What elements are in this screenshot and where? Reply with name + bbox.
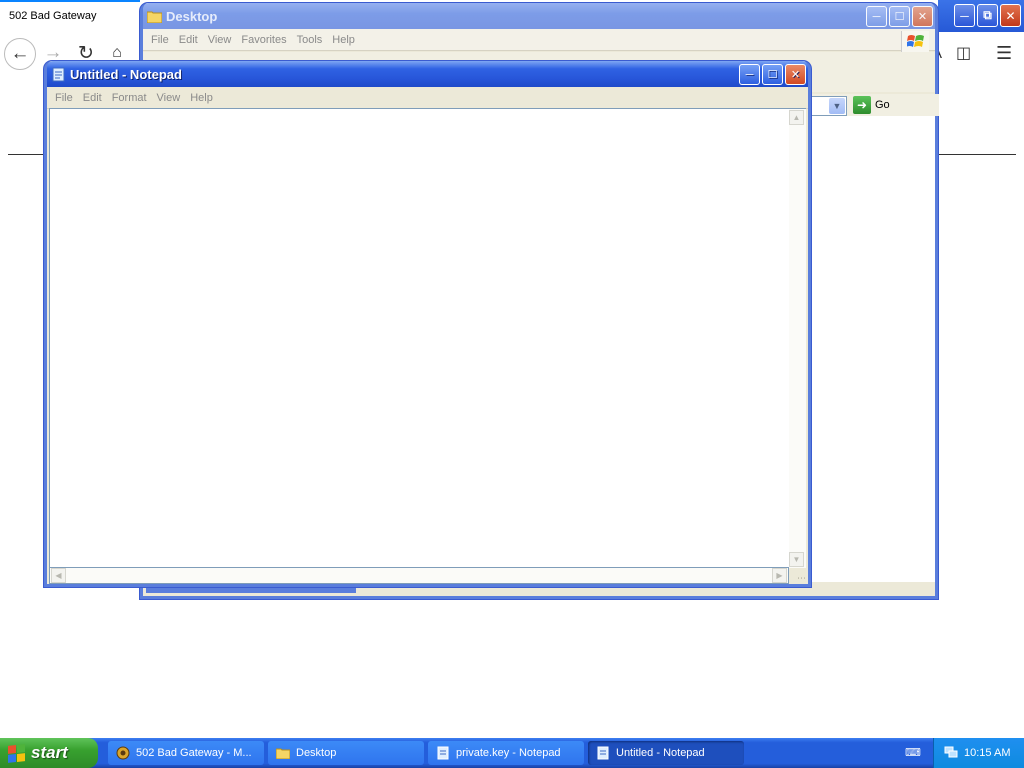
- address-bar: ▼ ➜ Go: [811, 94, 939, 116]
- notepad-window: Untitled - Notepad ─ ☐ ✕ File Edit Forma…: [44, 61, 811, 587]
- desktop-screen: 502 Bad Gateway ← → ↻ ⌂ ─ ⧉ ✕ A ◫ ☰ Desk…: [0, 0, 1024, 768]
- windows-flag-icon: [901, 31, 929, 53]
- start-label: start: [31, 743, 68, 762]
- notepad-menu-edit[interactable]: Edit: [83, 92, 102, 104]
- hamburger-menu-icon[interactable]: ☰: [996, 40, 1012, 66]
- keyboard-icon[interactable]: ⌨: [905, 746, 921, 759]
- browser-tab-title: 502 Bad Gateway: [9, 10, 97, 22]
- explorer-menu-view[interactable]: View: [208, 34, 232, 46]
- taskbar-item-untitled-notepad[interactable]: Untitled - Notepad: [588, 741, 744, 765]
- scroll-down-icon[interactable]: ▼: [789, 552, 804, 567]
- taskbar-item-label: Desktop: [296, 747, 337, 759]
- explorer-maximize-button[interactable]: ☐: [889, 6, 910, 27]
- start-button[interactable]: start: [0, 738, 98, 768]
- notepad-menu-help[interactable]: Help: [190, 92, 213, 104]
- address-dropdown[interactable]: ▼: [811, 96, 847, 116]
- scroll-right-icon[interactable]: ▶: [772, 568, 787, 583]
- taskbar-item-browser[interactable]: 502 Bad Gateway - M...: [108, 741, 264, 765]
- notepad-minimize-button[interactable]: ─: [739, 64, 760, 85]
- notepad-icon: [436, 746, 450, 760]
- explorer-title: Desktop: [166, 8, 218, 24]
- taskbar-item-private-key[interactable]: private.key - Notepad: [428, 741, 584, 765]
- browser-tab[interactable]: 502 Bad Gateway: [0, 0, 140, 34]
- go-button[interactable]: ➜ Go: [853, 96, 890, 114]
- explorer-titlebar[interactable]: Desktop ─ ☐ ✕: [143, 3, 935, 29]
- browser-icon: [116, 746, 130, 760]
- notepad-title: Untitled - Notepad: [70, 66, 182, 82]
- notepad-maximize-button[interactable]: ☐: [762, 64, 783, 85]
- taskbar-item-label: private.key - Notepad: [456, 747, 561, 759]
- go-arrow-icon: ➜: [853, 96, 871, 114]
- explorer-menu-help[interactable]: Help: [332, 34, 355, 46]
- page-divider: [8, 154, 46, 155]
- windows-logo-icon: [8, 743, 25, 763]
- notepad-icon: [51, 67, 66, 82]
- notepad-menu-view[interactable]: View: [157, 92, 181, 104]
- scroll-up-icon[interactable]: ▲: [789, 110, 804, 125]
- vertical-scrollbar[interactable]: ▲ ▼: [789, 108, 806, 568]
- explorer-menu-edit[interactable]: Edit: [179, 34, 198, 46]
- notepad-menu-format[interactable]: Format: [112, 92, 147, 104]
- taskbar-item-desktop[interactable]: Desktop: [268, 741, 424, 765]
- folder-icon: [147, 9, 162, 24]
- page-divider: [938, 154, 1016, 155]
- explorer-menu-favorites[interactable]: Favorites: [241, 34, 286, 46]
- sidebar-icon[interactable]: ◫: [956, 40, 971, 66]
- scroll-left-icon[interactable]: ◀: [51, 568, 66, 583]
- network-icon[interactable]: [944, 745, 958, 762]
- notepad-text-area[interactable]: [49, 108, 789, 568]
- browser-restore-button[interactable]: ⧉: [977, 4, 998, 27]
- explorer-menu-tools[interactable]: Tools: [297, 34, 323, 46]
- taskbar-item-label: Untitled - Notepad: [616, 747, 705, 759]
- back-arrow-icon[interactable]: ←: [4, 38, 36, 70]
- explorer-close-button[interactable]: ✕: [912, 6, 933, 27]
- taskbar: start 502 Bad Gateway - M... Desktop pri…: [0, 738, 1024, 768]
- browser-minimize-button[interactable]: ─: [954, 4, 975, 27]
- explorer-minimize-button[interactable]: ─: [866, 6, 887, 27]
- notepad-menubar: File Edit Format View Help: [47, 87, 808, 109]
- clock[interactable]: 10:15 AM: [964, 747, 1010, 759]
- notepad-titlebar[interactable]: Untitled - Notepad ─ ☐ ✕: [47, 61, 808, 87]
- notepad-menu-file[interactable]: File: [55, 92, 73, 104]
- system-tray: 10:15 AM: [933, 738, 1024, 768]
- notepad-close-button[interactable]: ✕: [785, 64, 806, 85]
- explorer-menubar: File Edit View Favorites Tools Help: [143, 29, 935, 51]
- resize-grip-icon[interactable]: ⋯: [789, 568, 806, 584]
- go-label: Go: [875, 99, 890, 111]
- folder-icon: [276, 746, 290, 760]
- browser-close-button[interactable]: ✕: [1000, 4, 1021, 27]
- explorer-menu-file[interactable]: File: [151, 34, 169, 46]
- horizontal-scrollbar[interactable]: ◀ ▶: [49, 568, 789, 584]
- notepad-icon: [596, 746, 610, 760]
- chevron-down-icon[interactable]: ▼: [829, 98, 845, 114]
- taskbar-item-label: 502 Bad Gateway - M...: [136, 747, 252, 759]
